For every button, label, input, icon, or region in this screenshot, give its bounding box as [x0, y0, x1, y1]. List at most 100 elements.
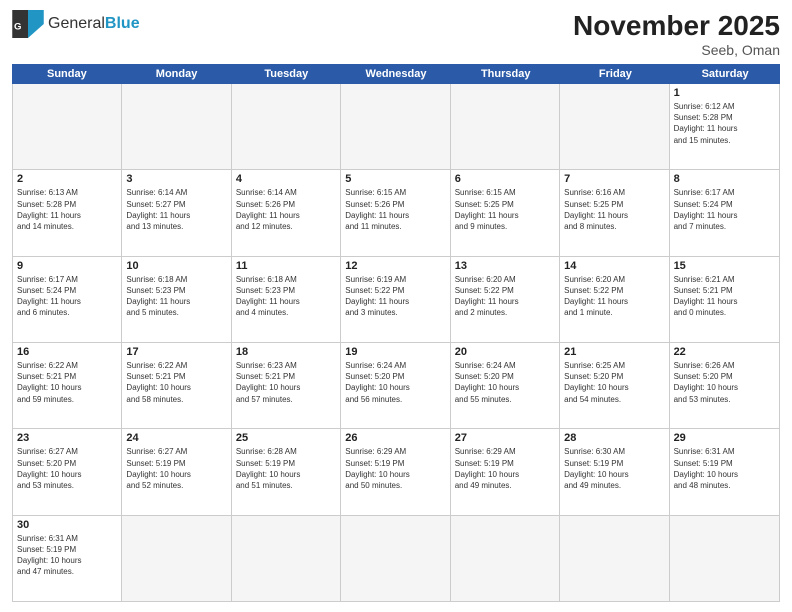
day-cell: 10Sunrise: 6:18 AM Sunset: 5:23 PM Dayli… [122, 257, 231, 342]
logo: G GeneralBlue [12, 10, 140, 38]
day-cell: 22Sunrise: 6:26 AM Sunset: 5:20 PM Dayli… [670, 343, 779, 428]
day-cell: 15 Sunrise: 6:21 AM Sunset: 5:21 PM Dayli… [670, 257, 779, 342]
day-info: Sunrise: 6:29 AM Sunset: 5:19 PM Dayligh… [345, 446, 445, 491]
day-cell: 7 Sunrise: 6:16 AM Sunset: 5:25 PM Daylig… [560, 170, 669, 255]
day-number: 18 [236, 346, 336, 358]
day-info: Sunrise: 6:27 AM Sunset: 5:19 PM Dayligh… [126, 446, 226, 491]
day-info: Sunrise: 6:24 AM Sunset: 5:20 PM Dayligh… [455, 360, 555, 405]
day-info: Sunrise: 6:20 AM Sunset: 5:22 PM Dayligh… [455, 274, 555, 319]
day-cell: 3Sunrise: 6:14 AM Sunset: 5:27 PM Daylig… [122, 170, 231, 255]
day-info: Sunrise: 6:31 AM Sunset: 5:19 PM Dayligh… [17, 533, 117, 578]
week-row: 2Sunrise: 6:13 AM Sunset: 5:28 PM Daylig… [13, 170, 779, 256]
day-cell: 29 Sunrise: 6:31 AM Sunset: 5:19 PM Dayli… [670, 429, 779, 514]
svg-text:G: G [14, 21, 21, 32]
day-number: 17 [126, 346, 226, 358]
day-info: Sunrise: 6:20 AM Sunset: 5:22 PM Dayligh… [564, 274, 664, 319]
day-number: 30 [17, 519, 117, 531]
day-cell [13, 84, 122, 169]
weeks: 1 Sunrise: 6:12 AM Sunset: 5:28 PM Daylig… [12, 84, 780, 602]
day-info: Sunrise: 6:16 AM Sunset: 5:25 PM Dayligh… [564, 187, 664, 232]
day-cell: 28Sunrise: 6:30 AM Sunset: 5:19 PM Dayli… [560, 429, 669, 514]
week-row: 30 Sunrise: 6:31 AM Sunset: 5:19 PM Dayli… [13, 516, 779, 601]
day-number: 16 [17, 346, 117, 358]
day-cell: 12Sunrise: 6:19 AM Sunset: 5:22 PM Dayli… [341, 257, 450, 342]
day-headers: SundayMondayTuesdayWednesdayThursdayFrid… [12, 64, 780, 84]
day-number: 29 [674, 432, 775, 444]
day-header: Monday [122, 64, 232, 84]
day-cell: 16 Sunrise: 6:22 AM Sunset: 5:21 PM Dayli… [13, 343, 122, 428]
day-info: Sunrise: 6:22 AM Sunset: 5:21 PM Dayligh… [17, 360, 117, 405]
day-info: Sunrise: 6:29 AM Sunset: 5:19 PM Dayligh… [455, 446, 555, 491]
day-cell: 4 Sunrise: 6:14 AM Sunset: 5:26 PM Daylig… [232, 170, 341, 255]
day-cell [122, 84, 231, 169]
day-info: Sunrise: 6:14 AM Sunset: 5:26 PM Dayligh… [236, 187, 336, 232]
day-number: 27 [455, 432, 555, 444]
day-number: 10 [126, 260, 226, 272]
day-info: Sunrise: 6:15 AM Sunset: 5:26 PM Dayligh… [345, 187, 445, 232]
day-cell: 18 Sunrise: 6:23 AM Sunset: 5:21 PM Dayli… [232, 343, 341, 428]
calendar-page: G GeneralBlue November 2025 Seeb, Oman S… [0, 0, 792, 612]
day-info: Sunrise: 6:12 AM Sunset: 5:28 PM Dayligh… [674, 101, 775, 146]
day-number: 24 [126, 432, 226, 444]
day-cell: 1 Sunrise: 6:12 AM Sunset: 5:28 PM Daylig… [670, 84, 779, 169]
day-info: Sunrise: 6:21 AM Sunset: 5:21 PM Dayligh… [674, 274, 775, 319]
day-info: Sunrise: 6:15 AM Sunset: 5:25 PM Dayligh… [455, 187, 555, 232]
day-cell: 13 Sunrise: 6:20 AM Sunset: 5:22 PM Dayli… [451, 257, 560, 342]
day-info: Sunrise: 6:14 AM Sunset: 5:27 PM Dayligh… [126, 187, 226, 232]
day-number: 8 [674, 173, 775, 185]
day-number: 19 [345, 346, 445, 358]
week-row: 9Sunrise: 6:17 AM Sunset: 5:24 PM Daylig… [13, 257, 779, 343]
day-number: 25 [236, 432, 336, 444]
day-header: Sunday [12, 64, 122, 84]
day-info: Sunrise: 6:31 AM Sunset: 5:19 PM Dayligh… [674, 446, 775, 491]
day-info: Sunrise: 6:18 AM Sunset: 5:23 PM Dayligh… [236, 274, 336, 319]
day-cell [122, 516, 231, 601]
day-number: 15 [674, 260, 775, 272]
day-cell: 17 Sunrise: 6:22 AM Sunset: 5:21 PM Dayli… [122, 343, 231, 428]
day-number: 1 [674, 87, 775, 99]
day-cell: 11 Sunrise: 6:18 AM Sunset: 5:23 PM Dayli… [232, 257, 341, 342]
day-cell: 5 Sunrise: 6:15 AM Sunset: 5:26 PM Daylig… [341, 170, 450, 255]
day-number: 9 [17, 260, 117, 272]
day-info: Sunrise: 6:30 AM Sunset: 5:19 PM Dayligh… [564, 446, 664, 491]
week-row: 16 Sunrise: 6:22 AM Sunset: 5:21 PM Dayli… [13, 343, 779, 429]
day-cell [451, 84, 560, 169]
month-title: November 2025 [573, 10, 780, 42]
day-cell: 2Sunrise: 6:13 AM Sunset: 5:28 PM Daylig… [13, 170, 122, 255]
day-header: Wednesday [341, 64, 451, 84]
week-row: 23 Sunrise: 6:27 AM Sunset: 5:20 PM Dayli… [13, 429, 779, 515]
day-cell: 9Sunrise: 6:17 AM Sunset: 5:24 PM Daylig… [13, 257, 122, 342]
day-number: 6 [455, 173, 555, 185]
logo-icon: G [12, 10, 44, 38]
day-number: 4 [236, 173, 336, 185]
day-cell: 8Sunrise: 6:17 AM Sunset: 5:24 PM Daylig… [670, 170, 779, 255]
day-number: 20 [455, 346, 555, 358]
week-row: 1 Sunrise: 6:12 AM Sunset: 5:28 PM Daylig… [13, 84, 779, 170]
day-cell [670, 516, 779, 601]
day-cell: 20 Sunrise: 6:24 AM Sunset: 5:20 PM Dayli… [451, 343, 560, 428]
day-info: Sunrise: 6:27 AM Sunset: 5:20 PM Dayligh… [17, 446, 117, 491]
calendar: SundayMondayTuesdayWednesdayThursdayFrid… [12, 64, 780, 602]
day-number: 13 [455, 260, 555, 272]
day-number: 2 [17, 173, 117, 185]
day-header: Tuesday [231, 64, 341, 84]
title-area: November 2025 Seeb, Oman [573, 10, 780, 58]
day-info: Sunrise: 6:23 AM Sunset: 5:21 PM Dayligh… [236, 360, 336, 405]
day-info: Sunrise: 6:28 AM Sunset: 5:19 PM Dayligh… [236, 446, 336, 491]
day-header: Thursday [451, 64, 561, 84]
day-header: Friday [561, 64, 671, 84]
day-number: 21 [564, 346, 664, 358]
day-cell [451, 516, 560, 601]
day-number: 11 [236, 260, 336, 272]
day-cell: 25 Sunrise: 6:28 AM Sunset: 5:19 PM Dayli… [232, 429, 341, 514]
day-number: 7 [564, 173, 664, 185]
day-cell [560, 84, 669, 169]
day-cell: 21Sunrise: 6:25 AM Sunset: 5:20 PM Dayli… [560, 343, 669, 428]
day-header: Saturday [670, 64, 780, 84]
day-number: 12 [345, 260, 445, 272]
day-number: 23 [17, 432, 117, 444]
day-cell [341, 516, 450, 601]
day-info: Sunrise: 6:22 AM Sunset: 5:21 PM Dayligh… [126, 360, 226, 405]
day-number: 5 [345, 173, 445, 185]
day-cell: 26Sunrise: 6:29 AM Sunset: 5:19 PM Dayli… [341, 429, 450, 514]
